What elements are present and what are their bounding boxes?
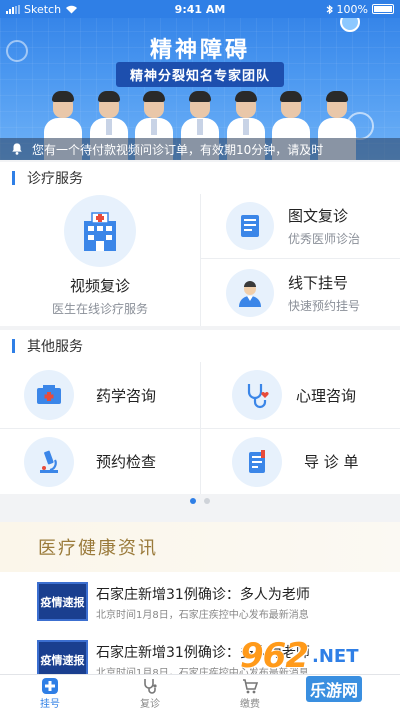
guide-list-label: 导 诊 单	[304, 453, 359, 471]
book-exam-label: 预约检查	[96, 453, 157, 471]
diagnosis-panel: 视频复诊 医生在线诊疗服务 图文复诊 优秀医师诊治 线下挂号 快速预约挂号	[0, 194, 400, 326]
status-time: 9:41 AM	[174, 2, 226, 16]
hospital-icon	[64, 195, 136, 267]
offline-register-text: 线下挂号 快速预约挂号	[288, 272, 360, 314]
site-watermark: 962 .NET 乐游网	[240, 636, 400, 711]
image-text-consult-text: 图文复诊 优秀医师诊治	[288, 205, 360, 247]
offline-register-label: 线下挂号	[288, 273, 349, 292]
status-bar: Sketch 9:41 AM 100%	[0, 0, 400, 18]
status-right: 100%	[254, 3, 394, 16]
video-consult-desc: 医生在线诊疗服务	[51, 302, 148, 316]
banner-title: 精神障碍	[149, 38, 250, 63]
psych-consult-label: 心理咨询	[296, 386, 357, 405]
carrier-name: Sketch	[24, 2, 62, 16]
offline-register-card[interactable]: 线下挂号 快速预约挂号	[200, 259, 400, 326]
news-section-title: 医疗健康资讯	[0, 522, 400, 572]
stethoscope-icon	[144, 678, 157, 694]
section-title: 诊疗服务	[27, 171, 83, 187]
other-section-header: 其他服务	[0, 330, 400, 362]
guide-list-card[interactable]: 导 诊 单	[200, 429, 400, 494]
signal-icon	[6, 4, 20, 14]
doctor-avatar-icon	[226, 268, 274, 317]
plus-cross-icon	[42, 677, 58, 694]
section-accent-bar	[12, 171, 15, 185]
microscope-icon	[24, 436, 74, 487]
psych-consult-card[interactable]: 心理咨询	[200, 362, 400, 428]
guide-list-icon	[232, 436, 282, 487]
book-exam-card[interactable]: 预约检查	[0, 429, 200, 494]
pending-order-notice[interactable]: 您有一个待付款视频问诊订单，有效期10分钟，请及时	[0, 138, 400, 160]
pharmacy-consult-label: 药学咨询	[96, 386, 157, 405]
news-item[interactable]: 疫情速报 石家庄新增31例确诊：多人为老师 北京时间1月8日，石家庄疾控中心发布…	[0, 578, 400, 636]
offline-register-desc: 快速预约挂号	[288, 298, 361, 313]
image-text-consult-desc: 优秀医师诊治	[288, 232, 361, 246]
news-thumbnail: 疫情速报	[37, 582, 88, 621]
status-left: Sketch	[6, 3, 146, 16]
video-consult-label: 视频复诊	[69, 277, 130, 295]
bell-icon	[12, 143, 22, 155]
news-description: 北京时间1月8日，石家庄疾控中心发布最新消息	[96, 610, 309, 621]
watermark-subtitle: 乐游网	[306, 676, 363, 702]
image-text-consult-label: 图文复诊	[288, 207, 349, 225]
tab-register[interactable]: 挂号	[0, 675, 100, 711]
wifi-icon	[66, 5, 78, 14]
section-accent-bar	[12, 339, 15, 353]
document-icon	[226, 202, 274, 250]
pager-dot[interactable]	[204, 498, 210, 504]
top-banner[interactable]: 精神障碍 精神分裂知名专家团队 您有一个待付款视频问诊订单，有效期10分钟，请及…	[0, 0, 400, 160]
notice-text: 您有一个待付款视频问诊订单，有效期10分钟，请及时	[32, 142, 324, 157]
section-title: 其他服务	[27, 339, 83, 355]
image-text-consult-card[interactable]: 图文复诊 优秀医师诊治	[200, 194, 400, 258]
other-services-panel: 药学咨询 心理咨询 预约检查 导 诊 单	[0, 362, 400, 494]
battery-icon	[372, 4, 394, 14]
pharmacy-consult-card[interactable]: 药学咨询	[0, 362, 200, 428]
watermark-logo: 962	[240, 636, 309, 676]
medicine-box-icon	[24, 370, 74, 420]
bluetooth-icon	[326, 4, 333, 14]
news-headline: 石家庄新增31例确诊：多人为老师	[96, 587, 310, 603]
stethoscope-heart-icon	[232, 370, 282, 420]
tab-label: 复诊	[140, 698, 160, 710]
diagnosis-section-header: 诊疗服务	[0, 162, 400, 194]
tab-label: 挂号	[40, 698, 60, 710]
pager-dot-active[interactable]	[190, 498, 196, 504]
video-consult-card[interactable]: 视频复诊 医生在线诊疗服务	[0, 194, 200, 326]
watermark-net: .NET	[312, 646, 359, 667]
tab-revisit[interactable]: 复诊	[100, 675, 200, 711]
pager-dots	[0, 498, 400, 504]
battery-percent: 100%	[336, 2, 368, 16]
